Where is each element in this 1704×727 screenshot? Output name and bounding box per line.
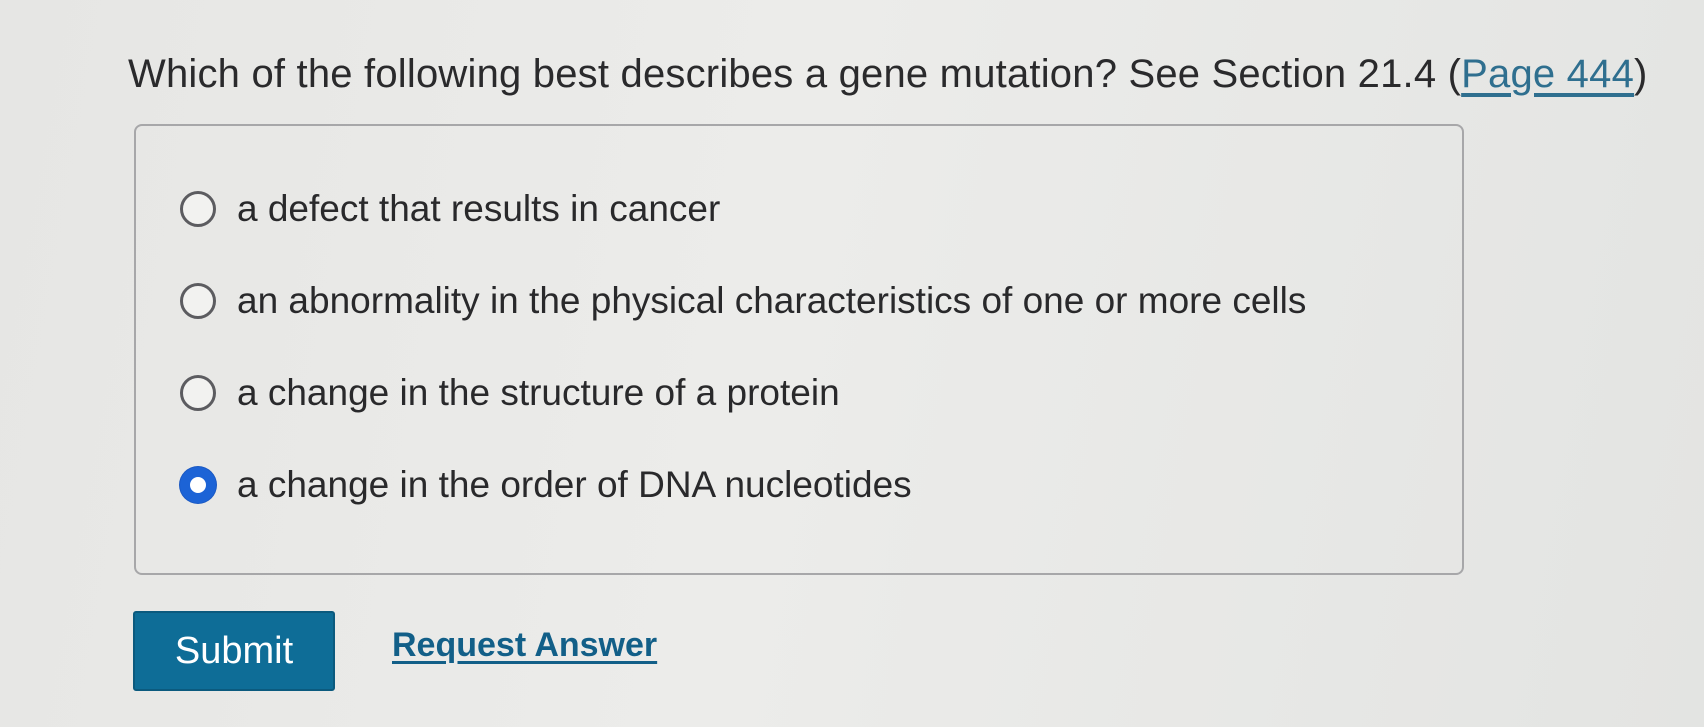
answer-option[interactable]: an abnormality in the physical character… xyxy=(180,280,1306,322)
page-link[interactable]: Page 444 xyxy=(1461,52,1634,96)
radio-button-selected[interactable] xyxy=(180,467,216,503)
radio-button[interactable] xyxy=(180,283,216,319)
radio-button[interactable] xyxy=(180,191,216,227)
answer-option[interactable]: a change in the order of DNA nucleotides xyxy=(180,464,912,506)
question-prompt: Which of the following best describes a … xyxy=(128,52,1462,96)
answer-options-panel: a defect that results in cancer an abnor… xyxy=(134,124,1464,575)
radio-button[interactable] xyxy=(180,375,216,411)
option-label: an abnormality in the physical character… xyxy=(237,280,1307,321)
request-answer-link[interactable]: Request Answer xyxy=(392,626,657,665)
submit-button[interactable]: Submit xyxy=(133,611,335,691)
answer-option[interactable]: a change in the structure of a protein xyxy=(180,372,840,414)
answer-option[interactable]: a defect that results in cancer xyxy=(180,188,720,230)
option-label: a defect that results in cancer xyxy=(237,188,721,229)
option-label: a change in the structure of a protein xyxy=(237,372,840,413)
question-prompt-end: ) xyxy=(1634,52,1648,96)
option-label: a change in the order of DNA nucleotides xyxy=(237,464,912,505)
question-text: Which of the following best describes a … xyxy=(128,52,1648,97)
